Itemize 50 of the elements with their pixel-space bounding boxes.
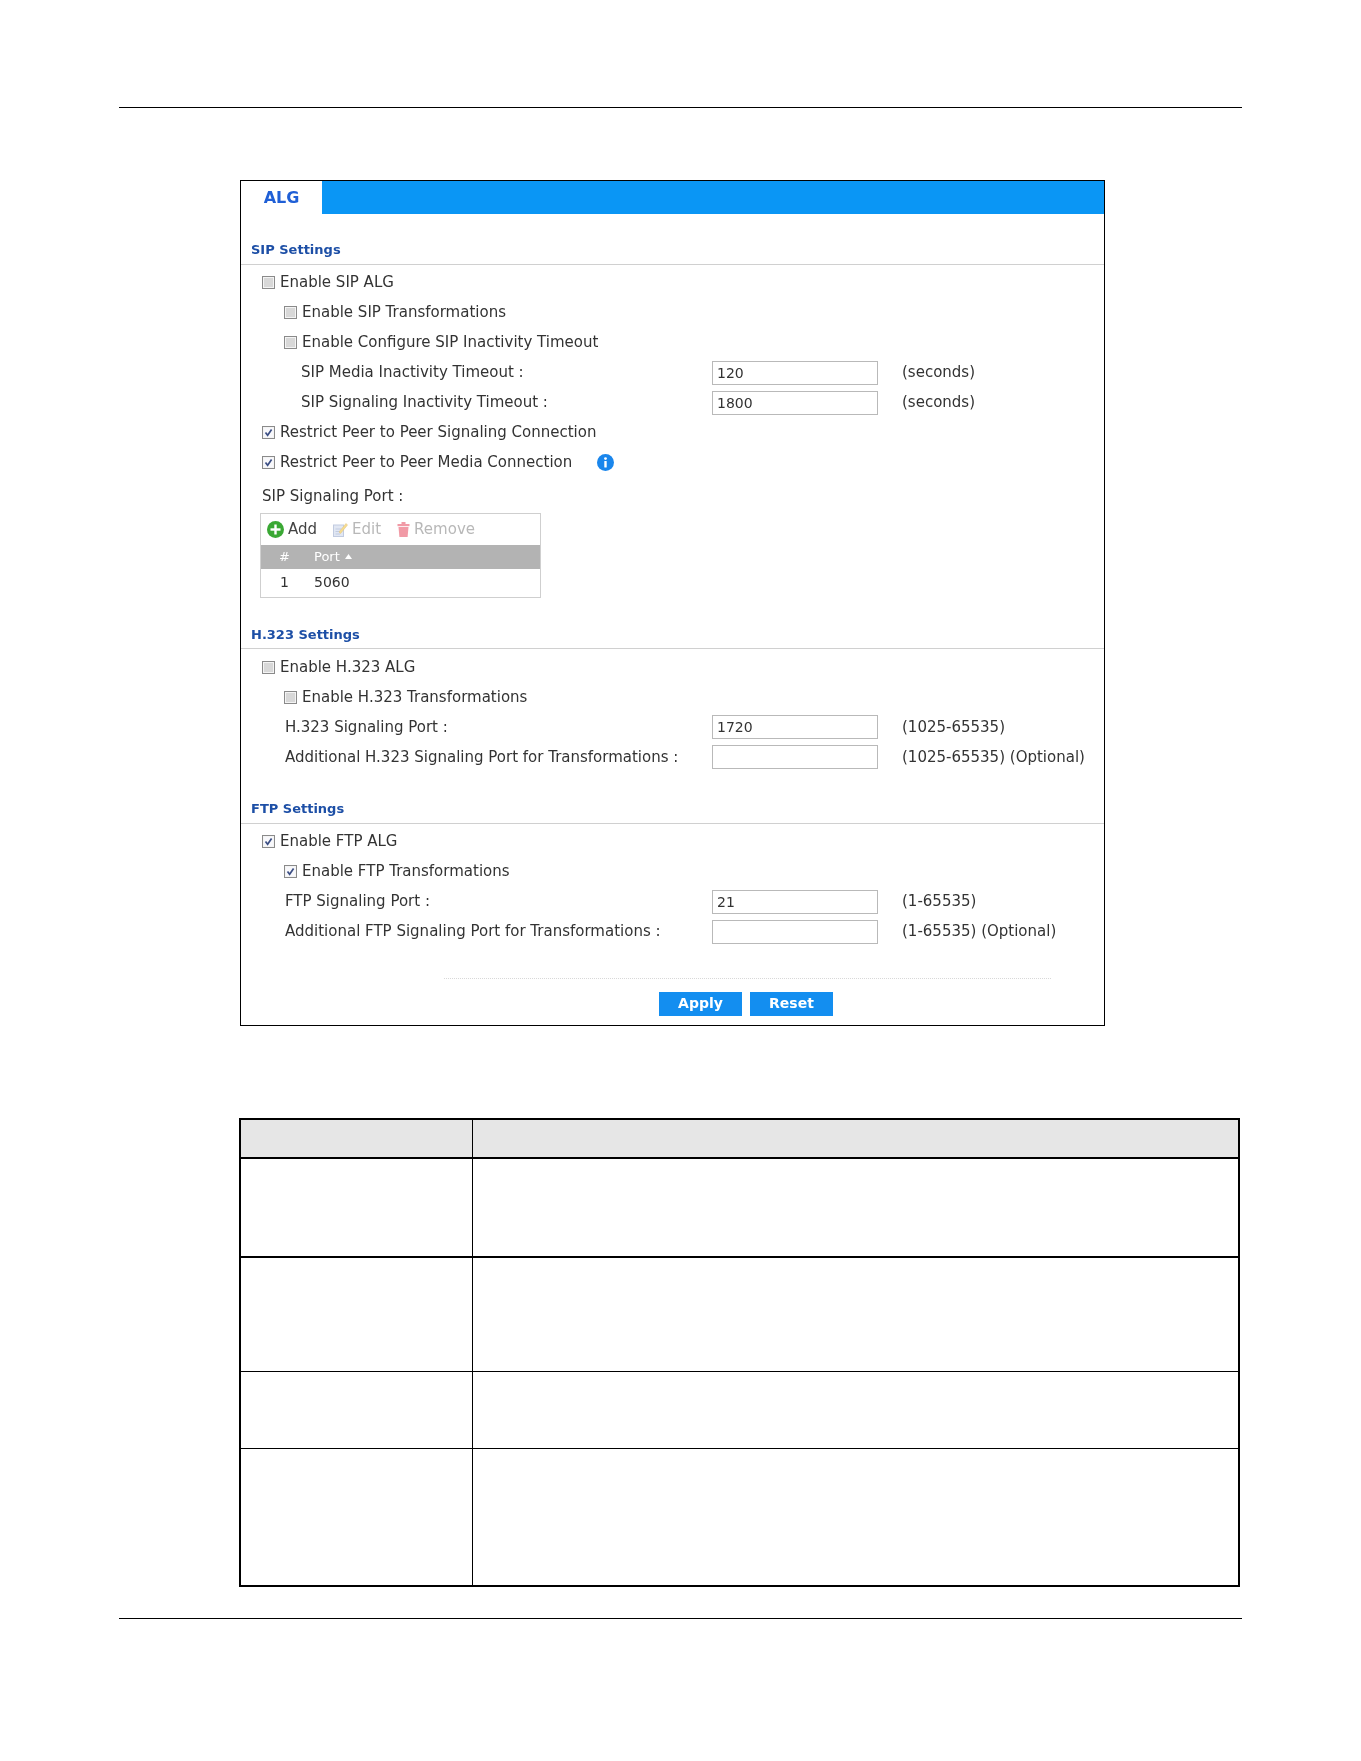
- field-label: FTP Signaling Port :: [285, 892, 430, 911]
- reset-button[interactable]: Reset: [750, 991, 833, 1016]
- checkbox-label: Enable FTP Transformations: [302, 861, 510, 883]
- checkbox-label: Enable H.323 ALG: [280, 656, 416, 678]
- checkbox-label: Enable H.323 Transformations: [302, 686, 528, 708]
- field-hint: (1025-65535) (Optional): [902, 746, 1085, 768]
- info-icon[interactable]: [597, 454, 615, 471]
- section-heading: SIP Settings: [251, 242, 341, 257]
- field-label: Additional FTP Signaling Port for Transformations :: [285, 922, 661, 941]
- section-heading: H.323 Settings: [251, 626, 360, 642]
- edit-icon: [333, 521, 349, 537]
- table-cell-text: 5060: [314, 573, 350, 592]
- field-hint: (1025-65535): [902, 716, 1005, 738]
- trash-icon: [397, 521, 411, 537]
- checkbox-label: Enable SIP ALG: [280, 272, 394, 294]
- section-heading: FTP Settings: [251, 801, 345, 816]
- input-field[interactable]: 1720: [712, 715, 878, 739]
- checkbox[interactable]: [262, 276, 275, 289]
- checkbox[interactable]: [284, 690, 297, 704]
- checkbox-label: Enable FTP ALG: [280, 831, 398, 853]
- field-hint: (1-65535) (Optional): [902, 921, 1057, 943]
- field-label: SIP Signaling Inactivity Timeout :: [301, 393, 548, 412]
- checkbox[interactable]: [284, 306, 297, 319]
- field-label: H.323 Signaling Port :: [285, 717, 448, 736]
- checkbox[interactable]: [262, 835, 275, 848]
- field-hint: (1-65535): [902, 891, 977, 913]
- field-label: Additional H.323 Signaling Port for Transformations :: [285, 747, 679, 766]
- checkbox[interactable]: [262, 456, 275, 469]
- field-label: SIP Media Inactivity Timeout :: [301, 363, 524, 382]
- input-field[interactable]: 120: [712, 360, 878, 385]
- input-field[interactable]: [712, 919, 878, 944]
- tab[interactable]: ALG: [241, 181, 322, 214]
- input-field[interactable]: [712, 745, 878, 769]
- checkbox-label: Enable SIP Transformations: [302, 302, 506, 324]
- checkbox[interactable]: [284, 865, 297, 878]
- add-button[interactable]: Add: [267, 517, 318, 541]
- field-hint: (seconds): [902, 362, 975, 384]
- plus-circle-icon: [267, 520, 284, 538]
- checkbox-label: Restrict Peer to Peer Signaling Connection: [280, 422, 597, 444]
- input-field[interactable]: 1800: [712, 390, 878, 415]
- field-label: SIP Signaling Port :: [262, 486, 404, 508]
- table-cell-text: 1: [280, 573, 289, 592]
- field-hint: (seconds): [902, 392, 975, 414]
- input-field[interactable]: 21: [712, 889, 878, 914]
- checkbox-label: Restrict Peer to Peer Media Connection: [280, 452, 573, 474]
- apply-button[interactable]: Apply: [659, 991, 742, 1016]
- checkbox[interactable]: [262, 426, 275, 439]
- checkbox[interactable]: [262, 660, 275, 674]
- checkbox-label: Enable Configure SIP Inactivity Timeout: [302, 332, 599, 354]
- checkbox[interactable]: [284, 336, 297, 349]
